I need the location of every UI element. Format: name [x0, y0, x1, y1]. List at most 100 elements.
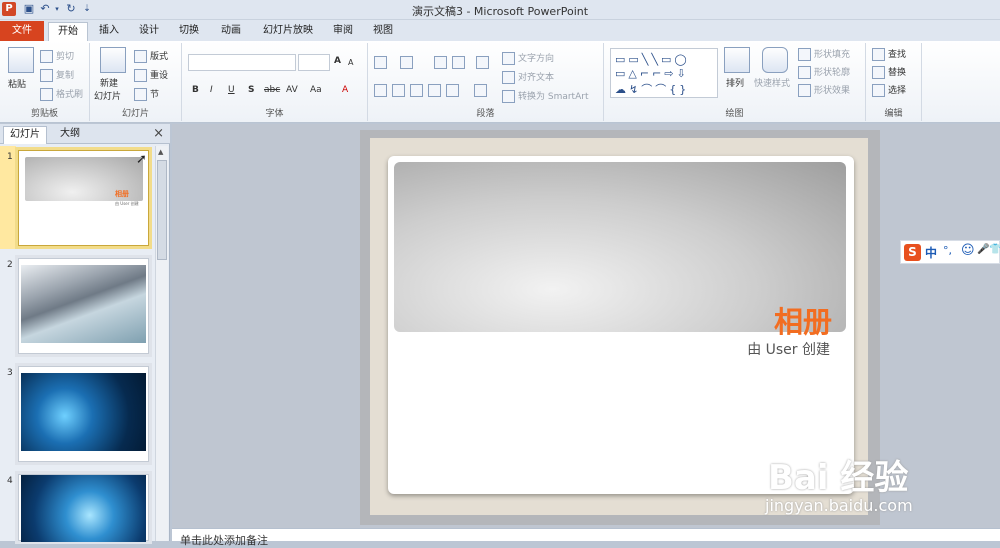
columns-icon[interactable] — [474, 84, 490, 97]
font-color-button[interactable]: A — [342, 85, 348, 95]
notes-pane[interactable]: 单击此处添加备注 — [172, 528, 1000, 547]
layout-button[interactable]: 版式 — [134, 49, 168, 63]
character-spacing-button[interactable]: AV — [286, 85, 298, 95]
new-slide-button[interactable]: 幻灯片 — [94, 89, 121, 102]
tab-view[interactable]: 视图 — [366, 22, 400, 41]
underline-button[interactable]: U — [228, 85, 235, 95]
new-slide-icon[interactable] — [100, 47, 126, 73]
ime-language-toggle[interactable]: 中 — [925, 244, 937, 261]
new-slide-label[interactable]: 新建 — [100, 76, 118, 89]
font-family-combo[interactable] — [188, 54, 296, 71]
shape-effects-button[interactable]: 形状效果 — [798, 83, 850, 97]
find-button[interactable]: 查找 — [872, 47, 906, 61]
tab-design[interactable]: 设计 — [132, 22, 166, 41]
change-case-button[interactable]: Aa — [310, 85, 322, 95]
paste-icon[interactable] — [8, 47, 34, 73]
arrange-icon[interactable] — [724, 47, 750, 73]
copy-button[interactable]: 复制 — [40, 68, 74, 82]
tab-outline[interactable]: 大纲 — [48, 126, 92, 144]
align-center-icon[interactable] — [392, 84, 408, 97]
font-size-combo[interactable] — [298, 54, 330, 71]
font-group: A A B I U S abc AV Aa A 字体 — [182, 43, 368, 121]
numbering-icon[interactable] — [400, 56, 416, 69]
shrink-font-button[interactable]: A — [348, 58, 353, 67]
italic-button[interactable]: I — [210, 85, 213, 95]
clipboard-group-label: 剪贴板 — [30, 109, 58, 119]
ribbon-tab-row: 文件 开始 插入 设计 切换 动画 幻灯片放映 审阅 视图 — [0, 20, 1000, 42]
bold-button[interactable]: B — [192, 85, 199, 95]
slide-number: 3 — [7, 368, 13, 378]
arrange-button[interactable]: 排列 — [726, 76, 744, 89]
tab-review[interactable]: 审阅 — [326, 22, 360, 41]
bullets-icon[interactable] — [374, 56, 390, 69]
tab-home[interactable]: 开始 — [48, 22, 88, 42]
scrollbar-thumb[interactable] — [157, 160, 167, 260]
layout-icon — [134, 50, 147, 63]
slide-title-text[interactable]: 相册 — [700, 299, 832, 341]
smartart-icon — [502, 90, 515, 103]
slide-number: 1 — [7, 152, 13, 162]
scroll-up-icon[interactable]: ▲ — [158, 148, 163, 156]
text-direction-button[interactable]: 文字方向 — [502, 51, 554, 65]
tab-file[interactable]: 文件 — [0, 21, 44, 41]
convert-smartart-button[interactable]: 转换为 SmartArt — [502, 89, 588, 103]
warship-image — [21, 265, 146, 343]
replace-icon — [872, 66, 885, 79]
close-pane-icon[interactable]: × — [153, 126, 164, 141]
quick-styles-icon[interactable] — [762, 47, 788, 73]
slide-thumbnail-2[interactable] — [18, 258, 149, 354]
sogou-logo-icon[interactable]: S — [904, 244, 921, 261]
line-spacing-icon[interactable] — [476, 56, 492, 69]
thumb-title: 相册 — [115, 190, 129, 198]
slide-thumbnail-1[interactable]: 相册 由 User 创建 — [18, 150, 149, 246]
window-title: 演示文稿3 - Microsoft PowerPoint — [411, 5, 589, 18]
fill-icon — [798, 48, 811, 61]
align-text-button[interactable]: 对齐文本 — [502, 70, 554, 84]
slide-thumbnail-3[interactable] — [18, 366, 149, 462]
skin-icon[interactable]: 👕 — [989, 244, 1000, 255]
slide-thumbnail-4[interactable] — [18, 474, 149, 542]
decrease-indent-icon[interactable] — [434, 56, 450, 69]
slides-pane: 幻灯片 大纲 × 1 相册 由 User 创建 2 3 4 ▲ ➚ — [0, 124, 170, 542]
shadow-button[interactable]: S — [248, 85, 254, 95]
reset-button[interactable]: 重设 — [134, 68, 168, 82]
cut-button[interactable]: 剪切 — [40, 49, 74, 63]
quick-styles-button[interactable]: 快速样式 — [754, 76, 790, 89]
increase-indent-icon[interactable] — [452, 56, 468, 69]
select-button[interactable]: 选择 — [872, 83, 906, 97]
outline-icon — [798, 66, 811, 79]
strikethrough-button[interactable]: abc — [264, 85, 280, 95]
pane-scrollbar[interactable]: ▲ — [155, 146, 168, 541]
shapes-row-3: ☁↯⌒⌒{} — [615, 83, 690, 96]
section-button[interactable]: 节 — [134, 87, 159, 101]
tab-insert[interactable]: 插入 — [92, 22, 126, 41]
shape-outline-button[interactable]: 形状轮廓 — [798, 65, 850, 79]
justify-icon[interactable] — [428, 84, 444, 97]
shape-fill-button[interactable]: 形状填充 — [798, 47, 850, 61]
ime-punctuation-toggle[interactable]: °, — [943, 244, 952, 257]
grow-font-button[interactable]: A — [334, 56, 341, 66]
sogou-ime-toolbar[interactable]: S 中 °, ☺ 🎤 👕 — [900, 240, 1000, 264]
slide-subtitle-text[interactable]: 由 User 创建 — [660, 339, 830, 359]
align-text-icon — [502, 71, 515, 84]
distributed-icon[interactable] — [446, 84, 462, 97]
align-right-icon[interactable] — [410, 84, 426, 97]
slides-group-label: 幻灯片 — [121, 109, 149, 119]
emoji-icon[interactable]: ☺ — [961, 243, 975, 258]
mouse-cursor-icon: ➚ — [136, 152, 147, 167]
format-painter-button[interactable]: 格式刷 — [40, 87, 83, 101]
tab-animations[interactable]: 动画 — [214, 22, 248, 41]
ribbon: 粘贴 剪切 复制 格式刷 剪贴板 新建 幻灯片 版式 重设 节 幻灯片 A A … — [0, 41, 1000, 123]
brush-icon — [40, 88, 53, 101]
scissors-icon — [40, 50, 53, 63]
tab-transitions[interactable]: 切换 — [172, 22, 206, 41]
tab-slideshow[interactable]: 幻灯片放映 — [258, 22, 318, 41]
shapes-gallery[interactable]: ▭▭╲╲▭◯ ▭△⌐⌐⇨⇩ ☁↯⌒⌒{} — [610, 48, 718, 98]
globe-image — [21, 373, 146, 451]
tab-slides[interactable]: 幻灯片 — [3, 126, 47, 144]
paste-button[interactable]: 粘贴 — [8, 77, 26, 90]
microphone-icon[interactable]: 🎤 — [977, 244, 989, 255]
replace-button[interactable]: 替换 — [872, 65, 906, 79]
align-left-icon[interactable] — [374, 84, 390, 97]
font-group-label: 字体 — [265, 109, 284, 119]
